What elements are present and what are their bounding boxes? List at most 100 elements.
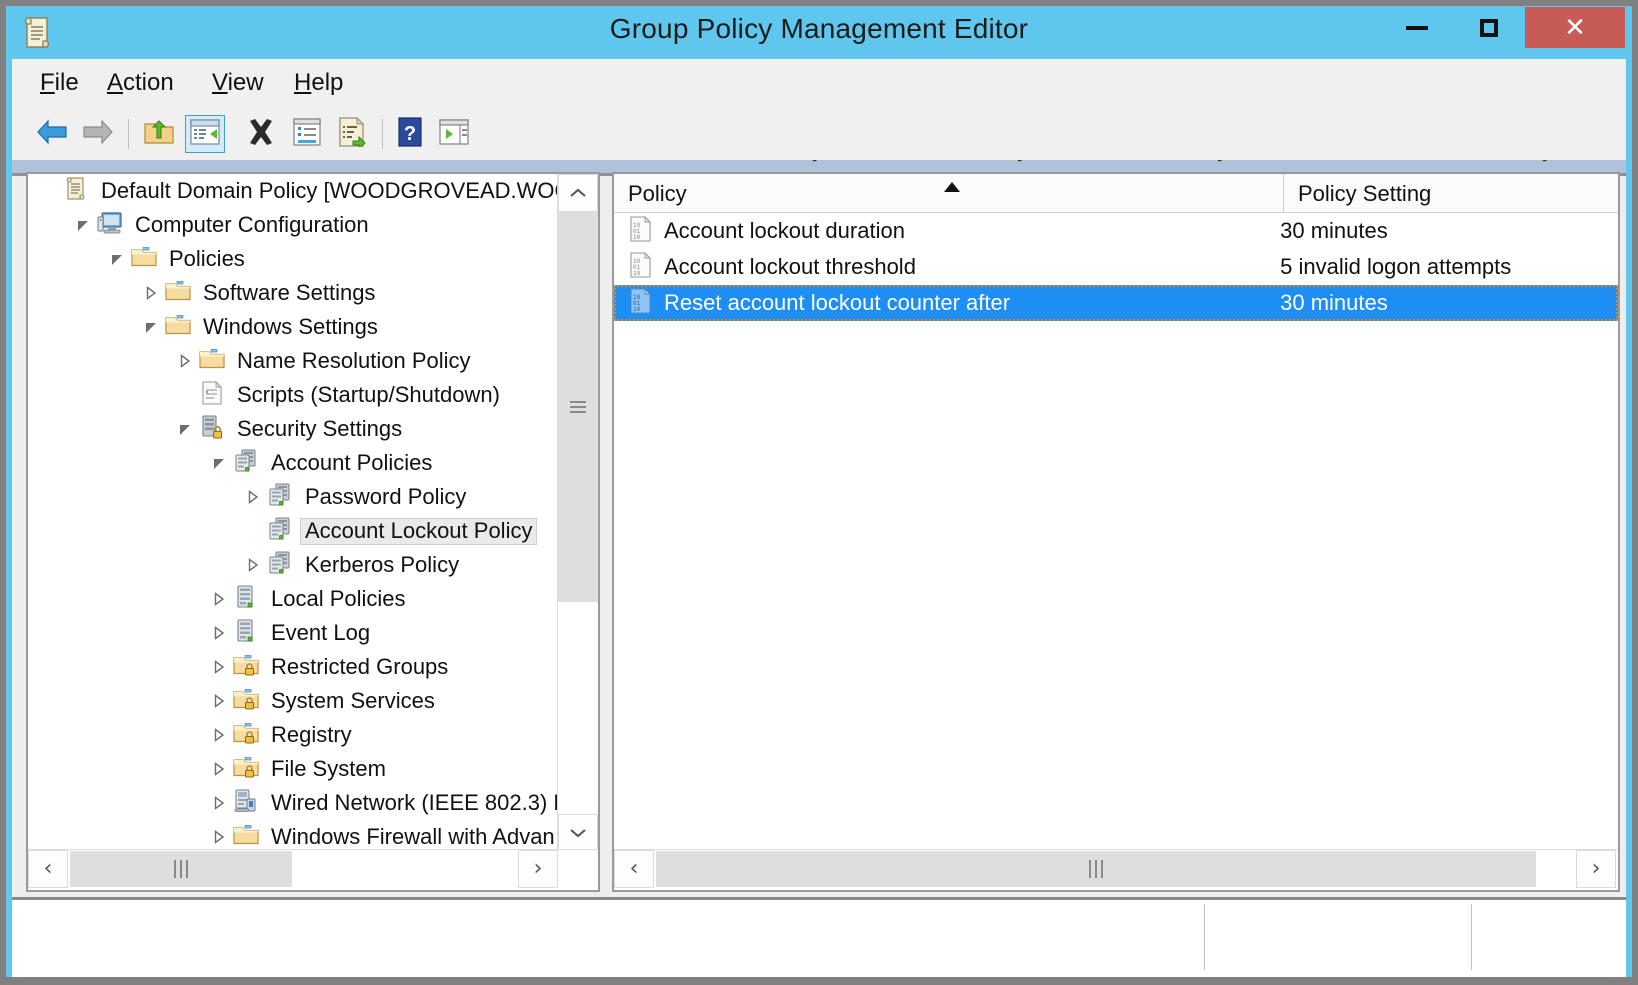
tree-scroll-up-button[interactable]: [558, 174, 598, 212]
policy-row-icon-wrap: 100110: [628, 253, 654, 281]
folder-icon: [233, 824, 259, 851]
tree-node[interactable]: Name Resolution Policy: [28, 344, 558, 378]
tree-node[interactable]: Restricted Groups: [28, 650, 558, 684]
filter-button[interactable]: [434, 115, 474, 153]
up-one-level-button[interactable]: [139, 115, 179, 153]
expander-collapsed-icon[interactable]: [172, 353, 198, 369]
close-icon: ✕: [1564, 15, 1586, 41]
tree-node-label: Name Resolution Policy: [232, 348, 476, 375]
column-header-policy[interactable]: Policy: [614, 174, 1284, 213]
tree-view[interactable]: Default Domain Policy [WOODGROVEAD.WOOD …: [28, 174, 558, 852]
show-hide-console-tree-button[interactable]: [185, 115, 225, 153]
expander-collapsed-icon[interactable]: [206, 727, 232, 743]
tree-node[interactable]: Software Settings: [28, 276, 558, 310]
list-hscroll-left-button[interactable]: ‹: [614, 850, 654, 888]
tree-node[interactable]: Windows Firewall with Advan: [28, 820, 558, 852]
tree-node[interactable]: Scripts (Startup/Shutdown): [28, 378, 558, 412]
expander-collapsed-icon[interactable]: [206, 829, 232, 845]
clipped-fragment-2: ▪: [1017, 160, 1022, 168]
svg-text:10: 10: [633, 270, 641, 277]
export-list-button[interactable]: [332, 115, 372, 153]
tree-node[interactable]: Local Policies: [28, 582, 558, 616]
tree-node[interactable]: Account Policies: [28, 446, 558, 480]
tree-node-label: Restricted Groups: [266, 654, 453, 681]
tree-node[interactable]: Event Log: [28, 616, 558, 650]
tree-node[interactable]: Wired Network (IEEE 802.3) Po: [28, 786, 558, 820]
tree-node[interactable]: System Services: [28, 684, 558, 718]
policy-list-row[interactable]: 100110 Reset account lockout counter aft…: [614, 285, 1618, 321]
policy-servers-icon: [267, 551, 293, 580]
list-horizontal-scrollbar[interactable]: ‹ ›: [614, 849, 1618, 890]
expander-collapsed-icon[interactable]: [240, 557, 266, 573]
menu-item-action[interactable]: Action: [107, 69, 174, 97]
tree-node[interactable]: Account Lockout Policy: [28, 514, 558, 548]
minimize-button[interactable]: [1381, 7, 1454, 48]
expander-collapsed-icon[interactable]: [240, 489, 266, 505]
properties-button[interactable]: [287, 115, 327, 153]
expander-collapsed-icon[interactable]: [206, 659, 232, 675]
content-area: ▪ ▪ ▪ ▪ Default Domain Policy [WOODGROVE…: [12, 160, 1626, 897]
tree-node[interactable]: Computer Configuration: [28, 208, 558, 242]
tree-vertical-scrollbar[interactable]: [557, 174, 598, 852]
close-button[interactable]: ✕: [1525, 7, 1625, 48]
tree-node-label: Event Log: [266, 620, 375, 647]
policy-list-rows[interactable]: 100110 Account lockout duration30 minute…: [614, 213, 1618, 813]
list-hscroll-thumb[interactable]: [656, 851, 1536, 887]
expander-collapsed-icon[interactable]: [138, 285, 164, 301]
tree-node-label: Windows Settings: [198, 314, 383, 341]
tree-hscroll-right-button[interactable]: ›: [518, 850, 558, 888]
policy-list-row[interactable]: 100110 Account lockout threshold5 invali…: [614, 249, 1618, 285]
back-button[interactable]: [32, 115, 72, 153]
tree-hscroll-left-button[interactable]: ‹: [28, 850, 68, 888]
clipped-fragment-3: ▪: [1217, 160, 1222, 168]
tree-scroll-down-button[interactable]: [558, 814, 598, 852]
tree-node-label: Wired Network (IEEE 802.3) Po: [266, 790, 558, 817]
expander-expanded-icon[interactable]: [104, 251, 130, 267]
policy-setting-cell: 30 minutes: [1280, 218, 1618, 244]
maximize-button[interactable]: [1453, 7, 1526, 48]
grip-icon: [1087, 860, 1105, 878]
policy-name-cell: Account lockout threshold: [664, 254, 1280, 280]
tree-node[interactable]: Security Settings: [28, 412, 558, 446]
tree-node[interactable]: Default Domain Policy [WOODGROVEAD.WOOD: [28, 174, 558, 208]
policy-servers-icon: [267, 483, 293, 512]
tree-hscroll-thumb[interactable]: [70, 851, 292, 887]
menu-item-view[interactable]: View: [212, 69, 264, 97]
tree-horizontal-scrollbar[interactable]: ‹ ›: [28, 849, 598, 890]
column-header-policy-setting[interactable]: Policy Setting: [1284, 174, 1618, 213]
expander-expanded-icon[interactable]: [206, 455, 232, 471]
expander-collapsed-icon[interactable]: [206, 761, 232, 777]
menu-file-rest: ile: [55, 69, 79, 96]
tree-node[interactable]: File System: [28, 752, 558, 786]
expander-expanded-icon[interactable]: [172, 421, 198, 437]
toolbar-separator: [128, 119, 129, 149]
tree-node-icon-wrap: [232, 756, 260, 782]
expander-collapsed-icon[interactable]: [206, 795, 232, 811]
policy-setting-cell: 5 invalid logon attempts: [1280, 254, 1618, 280]
policy-servers-icon: [233, 449, 259, 478]
policy-servers-icon: [267, 517, 293, 546]
tree-node[interactable]: Policies: [28, 242, 558, 276]
list-hscroll-right-button[interactable]: ›: [1576, 850, 1616, 888]
forward-button[interactable]: [78, 115, 118, 153]
expander-collapsed-icon[interactable]: [206, 625, 232, 641]
tree-node-icon-wrap: [96, 212, 124, 238]
expander-expanded-icon[interactable]: [138, 319, 164, 335]
menu-item-file[interactable]: File: [40, 69, 79, 97]
help-button[interactable]: ?: [390, 115, 430, 153]
tree-node[interactable]: Registry: [28, 718, 558, 752]
expander-collapsed-icon[interactable]: [206, 591, 232, 607]
menu-action-rest: ction: [123, 69, 174, 96]
expander-expanded-icon[interactable]: [70, 217, 96, 233]
expander-collapsed-icon[interactable]: [206, 693, 232, 709]
tree-node[interactable]: Password Policy: [28, 480, 558, 514]
tree-scrollbar-thumb[interactable]: [558, 212, 598, 602]
policy-list-row[interactable]: 100110 Account lockout duration30 minute…: [614, 213, 1618, 249]
tree-node[interactable]: Windows Settings: [28, 310, 558, 344]
forward-arrow-icon: [81, 118, 115, 151]
delete-button[interactable]: [241, 115, 281, 153]
menu-item-help[interactable]: Help: [294, 69, 343, 97]
console-tree-pane: Default Domain Policy [WOODGROVEAD.WOOD …: [26, 172, 600, 892]
folder-icon: [165, 280, 191, 307]
tree-node[interactable]: Kerberos Policy: [28, 548, 558, 582]
